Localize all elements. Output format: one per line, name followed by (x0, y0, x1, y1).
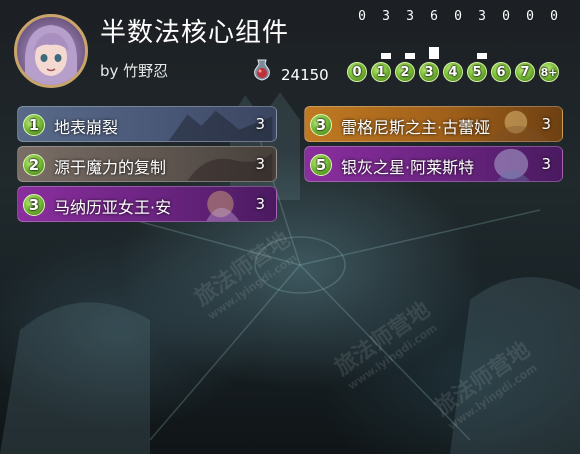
mana-gem-icon[interactable]: 6 (491, 62, 511, 82)
card-row[interactable]: 5 银灰之星·阿莱斯特 3 (304, 146, 563, 182)
card-row[interactable]: 3 马纳历亚女王·安 3 (17, 186, 277, 222)
watermark: 旅法师营地 www.lyingdi.com (430, 337, 540, 433)
card-count: 3 (541, 155, 551, 173)
author-avatar[interactable] (14, 14, 88, 88)
character-portrait-icon (25, 25, 77, 85)
mana-gem-icon[interactable]: 4 (443, 62, 463, 82)
card-count: 3 (255, 155, 265, 173)
card-count: 3 (541, 115, 551, 133)
curve-count: 3 (406, 9, 414, 24)
card-name: 地表崩裂 (54, 118, 119, 137)
deck-author[interactable]: by 竹野忍 (100, 60, 168, 81)
curve-bar (381, 53, 391, 59)
curve-count: 0 (358, 9, 366, 24)
curve-count: 0 (550, 9, 558, 24)
curve-count: 3 (478, 9, 486, 24)
mana-curve-counts: 0 3 3 6 0 3 0 0 0 (350, 9, 566, 29)
mana-cost-icon: 5 (310, 154, 332, 176)
mana-gem-icon[interactable]: 0 (347, 62, 367, 82)
mana-cost-icon: 2 (23, 154, 45, 176)
curve-count: 6 (430, 9, 438, 24)
mana-gem-icon[interactable]: 2 (395, 62, 415, 82)
card-row[interactable]: 1 地表崩裂 3 (17, 106, 277, 142)
mana-gem-icon[interactable]: 8+ (539, 62, 559, 82)
mana-cost-icon: 1 (23, 114, 45, 136)
deck-title: 半数法核心组件 (100, 18, 290, 48)
card-name: 马纳历亚女王·安 (54, 198, 172, 217)
card-row[interactable]: 3 雷格尼斯之主·古蕾娅 3 (304, 106, 563, 142)
curve-count: 3 (382, 9, 390, 24)
curve-count: 0 (454, 9, 462, 24)
curve-bar (429, 47, 439, 59)
dust-cost: 24150 (281, 66, 329, 84)
card-count: 3 (255, 115, 265, 133)
mana-gem-icon[interactable]: 7 (515, 62, 535, 82)
curve-count: 0 (526, 9, 534, 24)
curve-bar (477, 53, 487, 59)
mana-gem-icon[interactable]: 1 (371, 62, 391, 82)
mana-gem-icon[interactable]: 5 (467, 62, 487, 82)
card-name: 源于魔力的复制 (54, 158, 167, 177)
watermark: 旅法师营地 www.lyingdi.com (330, 297, 440, 393)
mana-cost-icon: 3 (23, 194, 45, 216)
mana-gem-icon[interactable]: 3 (419, 62, 439, 82)
curve-bar (405, 53, 415, 59)
arcane-dust-icon (254, 59, 270, 81)
card-count: 3 (255, 195, 265, 213)
card-name: 银灰之星·阿莱斯特 (341, 158, 475, 177)
card-name: 雷格尼斯之主·古蕾娅 (341, 118, 491, 137)
card-row[interactable]: 2 源于魔力的复制 3 (17, 146, 277, 182)
watermark: 旅法师营地 www.lyingdi.com (190, 227, 300, 323)
mana-cost-icon: 3 (310, 114, 332, 136)
curve-count: 0 (502, 9, 510, 24)
